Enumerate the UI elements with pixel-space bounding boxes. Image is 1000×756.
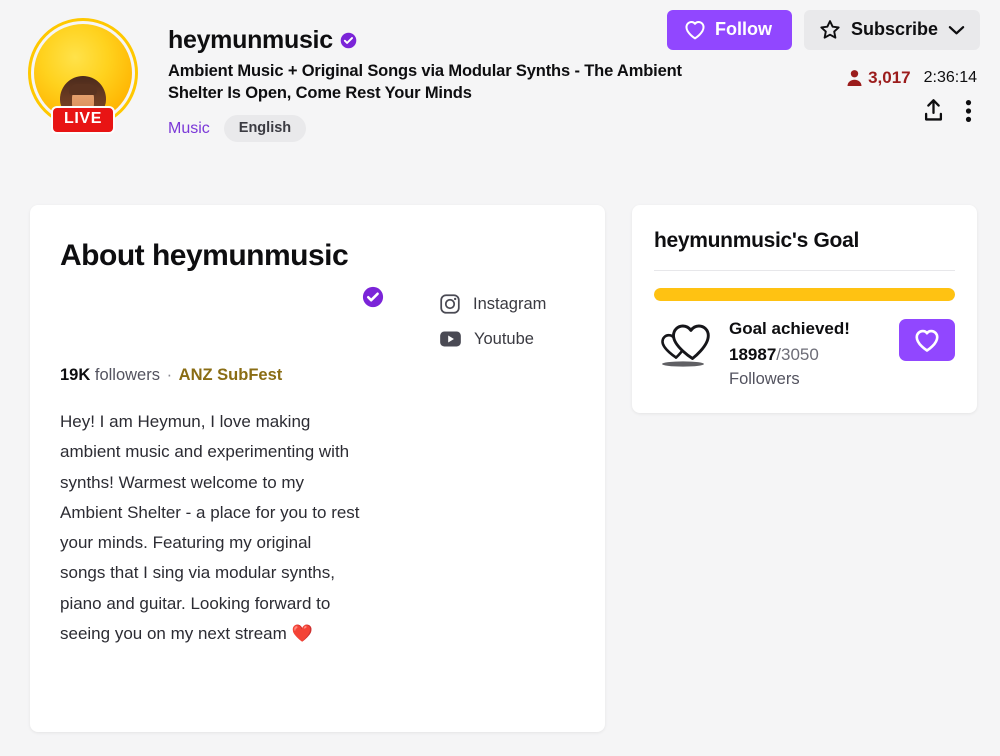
heart-icon [685,20,705,39]
main-content: About heymunmusic Instagram Youtube 19K … [0,166,1000,732]
two-hearts-icon [654,317,716,373]
stream-uptime: 2:36:14 [923,69,977,86]
goal-follow-button[interactable] [899,319,955,361]
share-upload-icon[interactable] [922,98,945,123]
goal-progress-numbers: 18987/3050 [729,342,886,368]
social-links: Instagram Youtube [439,238,546,349]
followers-label: followers [94,366,160,384]
followers-line: 19K followers · ANZ SubFest [60,366,575,385]
goal-target-value: 3050 [781,344,819,364]
viewer-person-icon [847,70,862,87]
chevron-down-icon [948,25,965,34]
stream-title: Ambient Music + Original Songs via Modul… [168,62,682,102]
goal-text-block: Goal achieved! 18987/3050 Followers [729,317,886,392]
more-vertical-icon[interactable] [965,99,972,123]
subscribe-button-label: Subscribe [850,19,938,39]
verified-check-icon [340,32,357,49]
follow-button-label: Follow [714,19,772,39]
channel-bio: Hey! I am Heymun, I love making ambient … [60,412,360,643]
stream-stats: 3,017 2:36:14 [650,68,980,88]
about-card: About heymunmusic Instagram Youtube 19K … [30,205,605,732]
verified-check-icon [362,286,384,308]
viewer-count: 3,017 [846,68,911,88]
follow-button[interactable]: Follow [666,10,792,50]
goal-title: heymunmusic's Goal [654,229,859,252]
about-title: About heymunmusic [60,239,349,272]
goal-unit-label: Followers [729,370,800,389]
header-icon-row [650,98,980,123]
subfest-badge[interactable]: ANZ SubFest [179,366,283,384]
live-badge: LIVE [51,106,115,134]
avatar[interactable]: LIVE [28,18,138,134]
about-title-block: About heymunmusic [60,238,360,273]
social-link-youtube[interactable]: Youtube [439,329,546,349]
goal-card: heymunmusic's Goal Goal achieved! 18987/… [632,205,977,413]
viewer-count-value: 3,017 [868,68,911,87]
instagram-icon [440,294,460,314]
subscribe-button[interactable]: Subscribe [803,10,980,50]
youtube-icon [440,331,461,347]
channel-name[interactable]: heymunmusic [168,26,333,55]
goal-progress-fill [654,288,955,301]
followers-count: 19K [60,366,91,384]
heart-icon [915,329,939,352]
goal-body: Goal achieved! 18987/3050 Followers [654,317,955,392]
separator-dot: · [166,366,173,384]
about-verified-wrap [362,238,388,308]
social-link-label: Instagram [473,294,547,313]
header-button-row: Follow Subscribe [650,10,980,50]
social-link-instagram[interactable]: Instagram [439,293,546,315]
about-header: About heymunmusic Instagram Youtube [60,238,575,349]
goal-progress-track [654,288,955,301]
star-icon [820,20,840,39]
channel-header: LIVE heymunmusic Ambient Music + Origina… [0,0,1000,166]
goal-status: Goal achieved! [729,319,850,338]
tag-english[interactable]: English [223,115,307,143]
header-actions: Follow Subscribe 3,017 2:36:14 [650,10,980,123]
goal-current-value: 18987 [729,344,777,364]
goal-divider [654,270,955,271]
social-link-label: Youtube [474,329,534,348]
category-link-music[interactable]: Music [168,120,210,138]
